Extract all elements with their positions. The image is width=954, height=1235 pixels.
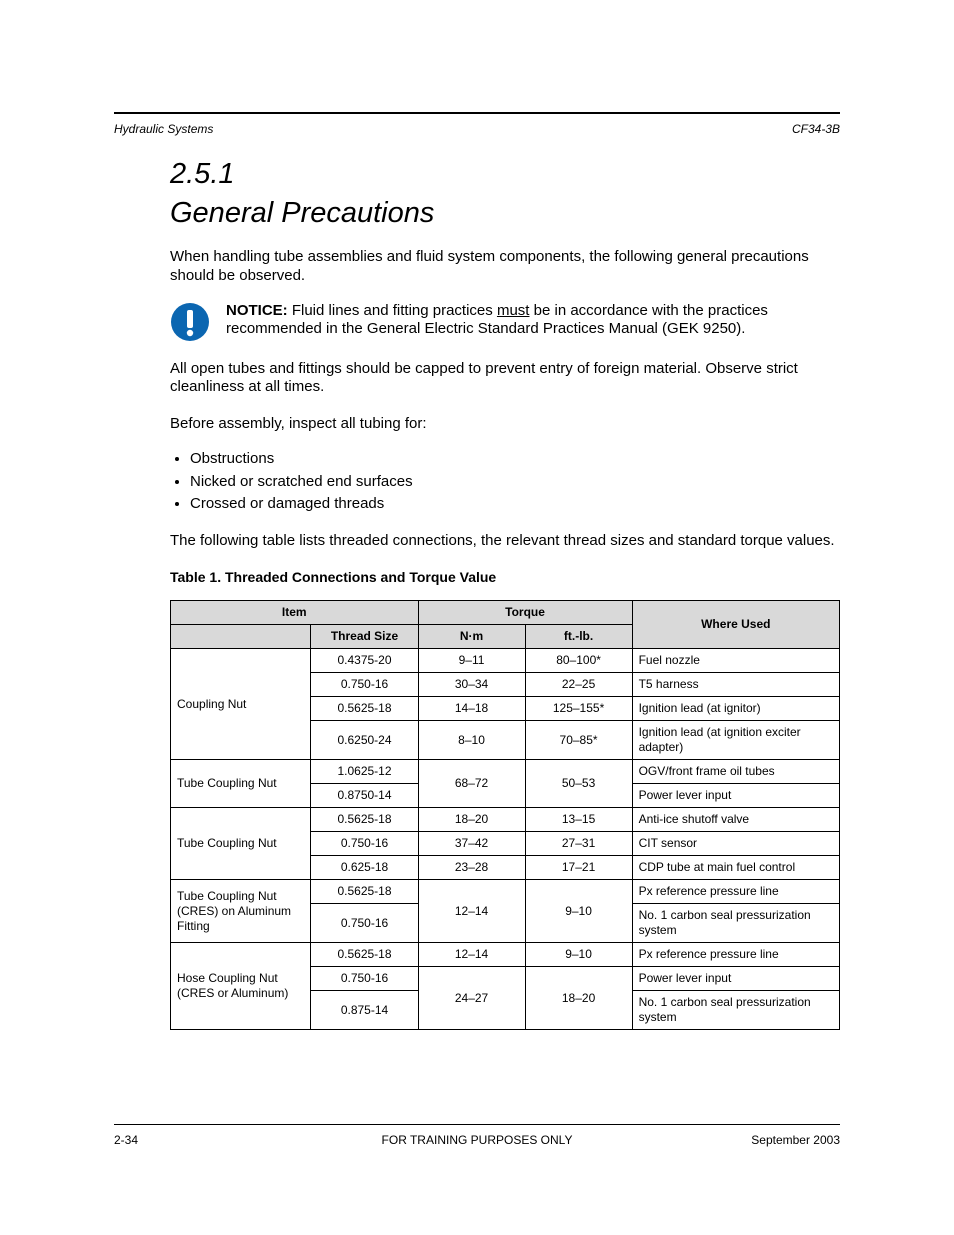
table-caption: Table 1. Threaded Connections and Torque… bbox=[170, 569, 840, 587]
bullets-intro: Before assembly, inspect all tubing for: bbox=[170, 415, 840, 434]
th-nm: N·m bbox=[418, 625, 525, 649]
table-row: Coupling Nut 0.4375-20 9–11 80–100* Fuel… bbox=[171, 649, 840, 673]
cell-use: No. 1 carbon seal pressurization system bbox=[632, 904, 839, 943]
cell-ftlb: 70–85* bbox=[525, 721, 632, 760]
cell-thread: 0.875-14 bbox=[311, 991, 418, 1030]
cell-nm: 12–14 bbox=[418, 943, 525, 967]
cell-thread: 1.0625-12 bbox=[311, 760, 418, 784]
bullets-list: Obstructions Nicked or scratched end sur… bbox=[170, 450, 840, 514]
th-torque: Torque bbox=[418, 601, 632, 625]
page-number: 2-34 bbox=[114, 1133, 138, 1147]
cell-use: CIT sensor bbox=[632, 832, 839, 856]
cell-ftlb: 9–10 bbox=[525, 880, 632, 943]
th-ftlb: ft.-lb. bbox=[525, 625, 632, 649]
cell-item: Coupling Nut bbox=[171, 649, 311, 760]
cell-ftlb: 80–100* bbox=[525, 649, 632, 673]
cell-use: Power lever input bbox=[632, 784, 839, 808]
table-row: Tube Coupling Nut 0.5625-18 18–20 13–15 … bbox=[171, 808, 840, 832]
th-thread: Thread Size bbox=[311, 625, 418, 649]
cell-thread: 0.5625-18 bbox=[311, 880, 418, 904]
cell-thread: 0.5625-18 bbox=[311, 808, 418, 832]
page: Hydraulic Systems CF34-3B 2.5.1 General … bbox=[114, 72, 840, 1163]
cell-nm: 18–20 bbox=[418, 808, 525, 832]
cell-thread: 0.750-16 bbox=[311, 904, 418, 943]
cell-item: Tube Coupling Nut bbox=[171, 760, 311, 808]
table-row: Hose Coupling Nut (CRES or Aluminum) 0.5… bbox=[171, 943, 840, 967]
cell-use: Px reference pressure line bbox=[632, 943, 839, 967]
cell-item: Tube Coupling Nut (CRES) on Aluminum Fit… bbox=[171, 880, 311, 943]
notice-must: must bbox=[497, 302, 530, 319]
cell-thread: 0.6250-24 bbox=[311, 721, 418, 760]
cell-ftlb: 17–21 bbox=[525, 856, 632, 880]
table-header-row: Item Torque Where Used bbox=[171, 601, 840, 625]
running-head: Hydraulic Systems CF34-3B bbox=[114, 122, 840, 136]
before-table-paragraph: The following table lists threaded conne… bbox=[170, 532, 840, 551]
th-use: Where Used bbox=[632, 601, 839, 649]
cell-ftlb: 22–25 bbox=[525, 673, 632, 697]
cell-use: Px reference pressure line bbox=[632, 880, 839, 904]
section-title: General Precautions bbox=[170, 197, 840, 230]
cell-nm: 9–11 bbox=[418, 649, 525, 673]
cell-nm: 12–14 bbox=[418, 880, 525, 943]
cell-item: Tube Coupling Nut bbox=[171, 808, 311, 880]
cell-use: Power lever input bbox=[632, 967, 839, 991]
cell-ftlb: 13–15 bbox=[525, 808, 632, 832]
cell-use: Fuel nozzle bbox=[632, 649, 839, 673]
cell-use: Anti-ice shutoff valve bbox=[632, 808, 839, 832]
notice-icon bbox=[170, 302, 210, 342]
after-notice-paragraph: All open tubes and fittings should be ca… bbox=[170, 360, 840, 398]
cell-nm: 30–34 bbox=[418, 673, 525, 697]
cell-use: Ignition lead (at ignitor) bbox=[632, 697, 839, 721]
cell-nm: 37–42 bbox=[418, 832, 525, 856]
list-item: Obstructions bbox=[190, 450, 840, 469]
cell-use: OGV/front frame oil tubes bbox=[632, 760, 839, 784]
notice-label: NOTICE: bbox=[226, 302, 288, 319]
table-row: Tube Coupling Nut (CRES) on Aluminum Fit… bbox=[171, 880, 840, 904]
th-blank bbox=[171, 625, 311, 649]
th-item: Item bbox=[171, 601, 419, 625]
cell-thread: 0.8750-14 bbox=[311, 784, 418, 808]
cell-thread: 0.750-16 bbox=[311, 967, 418, 991]
cell-thread: 0.5625-18 bbox=[311, 697, 418, 721]
header-rule bbox=[114, 112, 840, 114]
notice-before: Fluid lines and fitting practices bbox=[292, 302, 497, 319]
notice-text: NOTICE: Fluid lines and fitting practice… bbox=[226, 302, 840, 340]
cell-nm: 14–18 bbox=[418, 697, 525, 721]
footer-rule bbox=[114, 1124, 840, 1125]
cell-thread: 0.5625-18 bbox=[311, 943, 418, 967]
cell-item: Hose Coupling Nut (CRES or Aluminum) bbox=[171, 943, 311, 1030]
cell-use: CDP tube at main fuel control bbox=[632, 856, 839, 880]
cell-thread: 0.750-16 bbox=[311, 832, 418, 856]
running-head-right: CF34-3B bbox=[792, 122, 840, 136]
list-item: Nicked or scratched end surfaces bbox=[190, 473, 840, 492]
table-row: Tube Coupling Nut 1.0625-12 68–72 50–53 … bbox=[171, 760, 840, 784]
footer-date: September 2003 bbox=[751, 1133, 840, 1147]
running-head-left: Hydraulic Systems bbox=[114, 122, 213, 136]
intro-paragraph: When handling tube assemblies and fluid … bbox=[170, 248, 840, 286]
cell-nm: 8–10 bbox=[418, 721, 525, 760]
threads-table: Item Torque Where Used Thread Size N·m f… bbox=[170, 600, 840, 1030]
cell-use: Ignition lead (at ignition exciter adapt… bbox=[632, 721, 839, 760]
list-item: Crossed or damaged threads bbox=[190, 495, 840, 514]
cell-use: T5 harness bbox=[632, 673, 839, 697]
cell-ftlb: 9–10 bbox=[525, 943, 632, 967]
cell-use: No. 1 carbon seal pressurization system bbox=[632, 991, 839, 1030]
footer: 2-34 FOR TRAINING PURPOSES ONLY Septembe… bbox=[114, 1133, 840, 1147]
cell-thread: 0.625-18 bbox=[311, 856, 418, 880]
cell-nm: 68–72 bbox=[418, 760, 525, 808]
section-number: 2.5.1 bbox=[170, 158, 840, 191]
notice-block: NOTICE: Fluid lines and fitting practice… bbox=[170, 302, 840, 342]
cell-ftlb: 18–20 bbox=[525, 967, 632, 1030]
cell-ftlb: 50–53 bbox=[525, 760, 632, 808]
cell-ftlb: 125–155* bbox=[525, 697, 632, 721]
cell-thread: 0.750-16 bbox=[311, 673, 418, 697]
cell-nm: 23–28 bbox=[418, 856, 525, 880]
footer-center: FOR TRAINING PURPOSES ONLY bbox=[114, 1133, 840, 1147]
cell-ftlb: 27–31 bbox=[525, 832, 632, 856]
cell-nm: 24–27 bbox=[418, 967, 525, 1030]
cell-thread: 0.4375-20 bbox=[311, 649, 418, 673]
